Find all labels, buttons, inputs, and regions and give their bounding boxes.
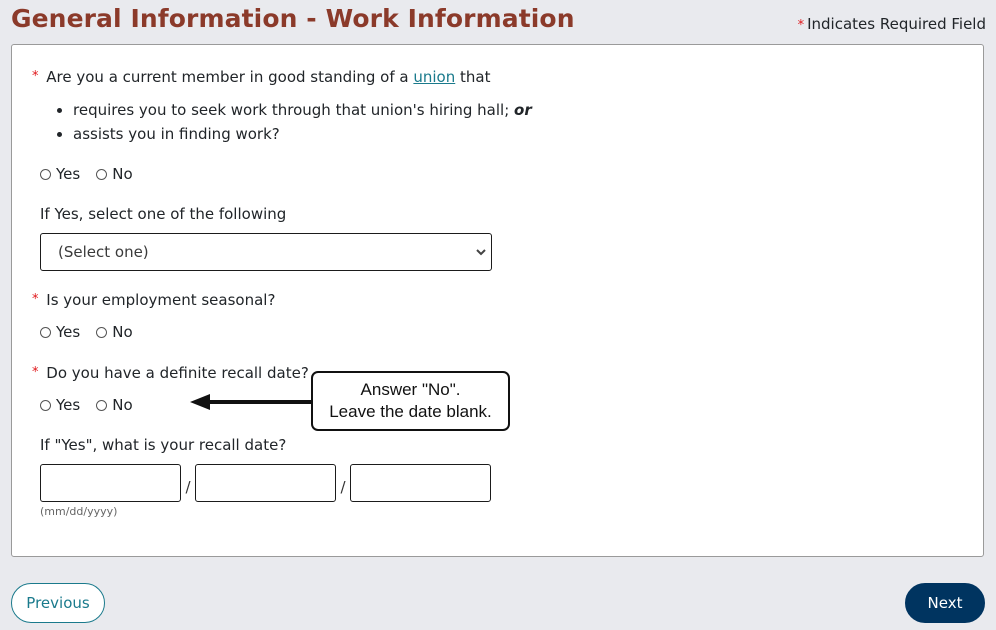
date-separator: / [340,478,346,496]
previous-button[interactable]: Previous [11,583,105,623]
union-type-select[interactable]: (Select one) [40,233,492,271]
seasonal-yes-radio[interactable]: Yes [40,323,80,341]
page-title: General Information - Work Information [11,4,575,33]
union-type-selected-value: (Select one) [58,243,149,261]
union-yes-radio[interactable]: Yes [40,165,80,183]
radio-circle-icon[interactable] [40,326,51,338]
required-note-text: Indicates Required Field [807,15,986,33]
callout-line-1: Answer "No". [360,380,461,399]
chevron-down-icon [476,249,486,256]
recall-yes-radio[interactable]: Yes [40,396,80,414]
union-type-label: If Yes, select one of the following [40,205,287,223]
work-information-panel: * Are you a current member in good stand… [11,44,984,557]
seasonal-no-radio[interactable]: No [96,323,133,341]
date-format-hint: (mm/dd/yyyy) [40,505,118,518]
union-radio-group: Yes No [40,165,149,183]
recall-question-label: * Do you have a definite recall date? [32,364,309,382]
required-asterisk: * [32,365,39,380]
union-question-suffix: that [460,68,491,86]
radio-circle-icon[interactable] [40,399,51,411]
union-question-prefix: Are you a current member in good standin… [46,68,409,86]
recall-month-input[interactable] [40,464,181,502]
date-separator: / [185,478,191,496]
required-asterisk: * [797,18,805,33]
next-button[interactable]: Next [905,583,985,623]
recall-date-fields: / / [40,464,491,502]
radio-circle-icon[interactable] [40,168,51,180]
recall-day-input[interactable] [195,464,336,502]
recall-radio-group: Yes No [40,396,149,414]
union-question-label: * Are you a current member in good stand… [32,68,491,86]
callout-line-2: Leave the date blank. [329,402,492,421]
required-asterisk: * [32,69,39,84]
seasonal-radio-group: Yes No [40,323,149,341]
radio-circle-icon[interactable] [96,326,108,338]
union-criteria-item: assists you in finding work? [73,122,532,146]
required-field-note: * Indicates Required Field [798,15,986,33]
radio-circle-icon[interactable] [96,168,108,180]
recall-year-input[interactable] [350,464,491,502]
recall-no-radio[interactable]: No [96,396,133,414]
recall-date-label: If "Yes", what is your recall date? [40,436,287,454]
union-link[interactable]: union [413,68,455,86]
emphasis-or: or [514,101,532,119]
union-criteria-list: requires you to seek work through that u… [32,98,532,146]
seasonal-question-label: * Is your employment seasonal? [32,291,276,309]
callout-arrow-icon [190,394,314,410]
radio-circle-icon[interactable] [96,399,108,411]
union-criteria-item: requires you to seek work through that u… [73,98,532,122]
required-asterisk: * [32,292,39,307]
union-no-radio[interactable]: No [96,165,133,183]
instruction-callout: Answer "No". Leave the date blank. [311,371,510,431]
